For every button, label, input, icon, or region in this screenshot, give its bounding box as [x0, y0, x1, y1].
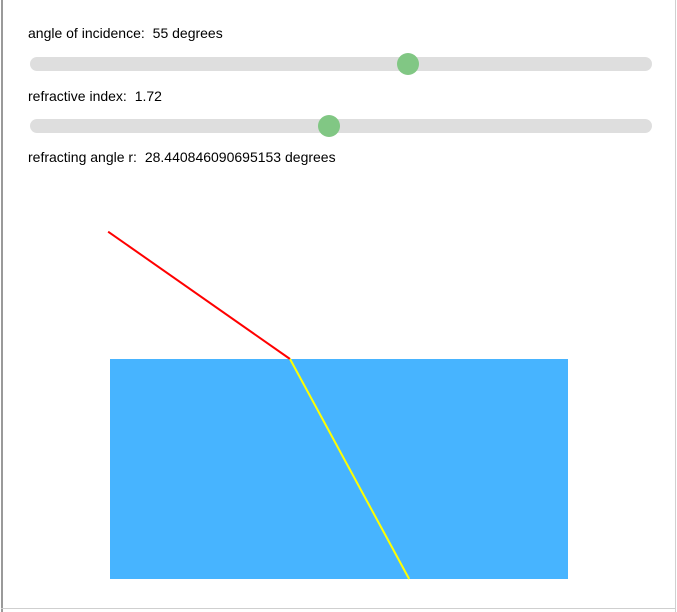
- incidence-value: 55: [152, 25, 169, 41]
- refractive-index-slider-thumb[interactable]: [318, 115, 340, 137]
- refractive-index-slider[interactable]: [30, 115, 652, 137]
- incidence-label-row: angle of incidence: 55 degrees: [28, 25, 223, 41]
- refractive-index-label: refractive index:: [28, 88, 127, 104]
- refracting-angle-row: refracting angle r: 28.440846090695153 d…: [28, 149, 336, 165]
- incident-ray: [107, 230, 291, 360]
- incidence-slider-thumb[interactable]: [396, 53, 419, 75]
- incidence-slider[interactable]: [30, 53, 652, 75]
- refractive-index-label-row: refractive index: 1.72: [28, 88, 162, 104]
- glass-medium-block: [110, 359, 568, 579]
- refracting-angle-unit: degrees: [285, 149, 336, 165]
- window-bottom-border: [1, 608, 676, 609]
- refracting-angle-value: 28.440846090695153: [144, 149, 282, 165]
- refractive-index-value: 1.72: [134, 88, 162, 104]
- refracted-ray: [289, 358, 411, 580]
- incidence-label: angle of incidence:: [28, 25, 145, 41]
- refracting-angle-label: refracting angle r:: [28, 149, 137, 165]
- window-left-border: [1, 0, 3, 612]
- incidence-unit: degrees: [172, 25, 223, 41]
- window-right-border: [675, 0, 676, 612]
